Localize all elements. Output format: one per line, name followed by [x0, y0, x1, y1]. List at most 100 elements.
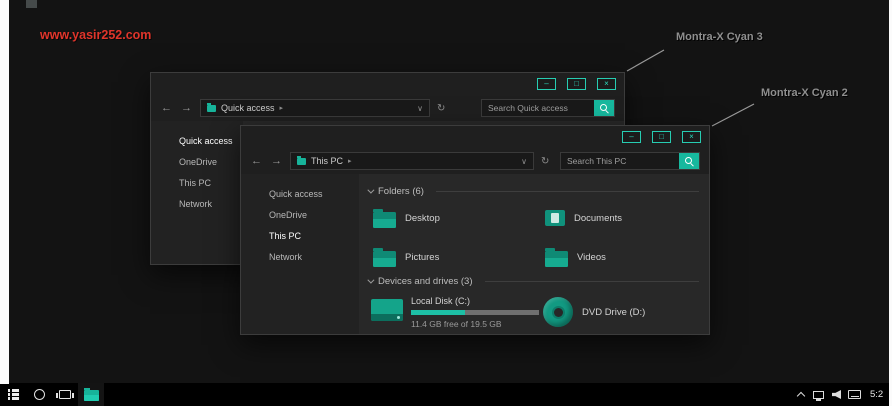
sidebar-item-network[interactable]: Network [241, 247, 359, 268]
hard-drive-icon [371, 299, 403, 321]
chevron-down-icon[interactable] [367, 276, 375, 284]
breadcrumb[interactable]: Quick access [221, 103, 275, 113]
network-tray-button[interactable] [811, 383, 826, 406]
cortana-button[interactable] [26, 383, 52, 406]
disk-usage-bar [411, 310, 539, 315]
folder-tile-documents[interactable]: Documents [545, 207, 699, 229]
annotation-label-cyan2: Montra-X Cyan 2 [761, 87, 848, 99]
sidebar-item-this-pc[interactable]: This PC [151, 173, 243, 194]
file-explorer-taskbar-button[interactable] [78, 383, 104, 406]
minimize-button[interactable]: – [537, 78, 556, 90]
forward-button[interactable]: → [180, 102, 193, 114]
desktop: www.yasir252.com Montra-X Cyan 3 Montra-… [0, 0, 892, 406]
back-button[interactable]: ← [160, 102, 173, 114]
window-body: Quick access OneDrive This PC Network Fo… [241, 174, 709, 334]
task-view-button[interactable] [52, 383, 78, 406]
close-button[interactable]: × [597, 78, 616, 90]
chevron-down-icon[interactable] [367, 186, 375, 194]
drive-free-space: 11.4 GB free of 19.5 GB [411, 319, 502, 329]
file-list-pane: Folders (6) Desktop Documents Pictures V… [359, 174, 709, 334]
left-edge-strip [0, 0, 9, 384]
navigation-pane: Quick access OneDrive This PC Network [241, 174, 359, 334]
drive-tile-dvd[interactable]: DVD Drive (D:) [543, 295, 699, 329]
address-toolbar: ← → This PC ▸ ∨ ↻ Search This PC [241, 148, 709, 174]
address-bar[interactable]: Quick access ▸ ∨ [200, 99, 430, 117]
videos-folder-icon [545, 247, 568, 267]
tile-label: Desktop [405, 212, 440, 224]
tile-label: Documents [574, 212, 623, 224]
folder-tile-videos[interactable]: Videos [545, 246, 699, 268]
folders-section-header[interactable]: Folders (6) [367, 184, 699, 198]
caption-buttons: – □ × [622, 131, 701, 143]
devices-section-header[interactable]: Devices and drives (3) [367, 274, 699, 288]
chevron-right-icon[interactable]: ▸ [348, 157, 352, 165]
search-button[interactable] [679, 153, 699, 169]
navigation-pane: Quick access OneDrive This PC Network [151, 121, 243, 264]
sidebar-item-this-pc[interactable]: This PC [241, 226, 359, 247]
sidebar-item-quick-access[interactable]: Quick access [151, 131, 243, 152]
search-placeholder: Search Quick access [488, 103, 568, 113]
refresh-icon[interactable]: ↻ [437, 103, 445, 114]
chevron-right-icon[interactable]: ▸ [280, 104, 284, 112]
refresh-icon[interactable]: ↻ [541, 156, 549, 167]
documents-folder-icon [545, 210, 565, 226]
touch-keyboard-button[interactable] [847, 383, 862, 406]
minimize-button[interactable]: – [622, 131, 641, 143]
tile-label: Pictures [405, 251, 440, 263]
desktop-icon-partial[interactable] [26, 0, 37, 8]
search-icon [599, 103, 609, 113]
start-icon [7, 389, 19, 400]
keyboard-icon [848, 390, 861, 399]
back-button[interactable]: ← [250, 155, 263, 167]
sidebar-item-onedrive[interactable]: OneDrive [151, 152, 243, 173]
forward-button[interactable]: → [270, 155, 283, 167]
search-placeholder: Search This PC [567, 156, 627, 166]
annotation-line-cyan2 [711, 103, 755, 127]
taskbar-clock[interactable]: 5:2 [870, 389, 890, 400]
annotation-label-cyan3: Montra-X Cyan 3 [676, 31, 763, 43]
tile-label: Videos [577, 251, 606, 263]
system-tray: 5:2 [793, 383, 892, 406]
drive-label: DVD Drive (D:) [582, 306, 646, 318]
network-icon [813, 390, 824, 401]
chevron-up-icon [796, 391, 805, 401]
address-dropdown-icon[interactable]: ∨ [521, 157, 527, 166]
desktop-folder-icon [373, 208, 396, 228]
maximize-button[interactable]: □ [652, 131, 671, 143]
section-divider [435, 190, 699, 192]
volume-tray-button[interactable] [829, 383, 844, 406]
watermark-text: www.yasir252.com [40, 28, 152, 42]
maximize-button[interactable]: □ [567, 78, 586, 90]
drive-tile-local-disk[interactable]: Local Disk (C:) 11.4 GB free of 19.5 GB [371, 295, 543, 329]
search-button[interactable] [594, 100, 614, 116]
window-chrome: – □ × ← → Quick access ▸ ∨ ↻ Search Quic… [151, 73, 624, 121]
address-toolbar: ← → Quick access ▸ ∨ ↻ Search Quick acce… [151, 95, 624, 121]
breadcrumb[interactable]: This PC [311, 156, 343, 166]
caption-buttons: – □ × [537, 78, 616, 90]
search-box[interactable]: Search This PC [560, 152, 700, 170]
window-chrome: – □ × ← → This PC ▸ ∨ ↻ Search This PC [241, 126, 709, 174]
start-button[interactable] [0, 383, 26, 406]
folder-tile-desktop[interactable]: Desktop [373, 207, 545, 229]
drive-label: Local Disk (C:) [411, 296, 471, 306]
explorer-window-front: – □ × ← → This PC ▸ ∨ ↻ Search This PC Q… [240, 125, 710, 335]
sidebar-item-network[interactable]: Network [151, 194, 243, 215]
close-button[interactable]: × [682, 131, 701, 143]
sidebar-item-quick-access[interactable]: Quick access [241, 184, 359, 205]
cortana-icon [33, 389, 45, 400]
speaker-icon [832, 390, 841, 399]
sidebar-item-onedrive[interactable]: OneDrive [241, 205, 359, 226]
folders-grid: Desktop Documents Pictures Videos [373, 207, 699, 268]
disk-usage-fill [411, 310, 465, 315]
address-dropdown-icon[interactable]: ∨ [417, 104, 423, 113]
show-hidden-icons-button[interactable] [793, 383, 808, 406]
search-icon [684, 156, 694, 166]
section-divider [484, 280, 699, 282]
titlebar[interactable]: – □ × [151, 73, 624, 95]
file-explorer-icon [83, 388, 99, 401]
titlebar[interactable]: – □ × [241, 126, 709, 148]
search-box[interactable]: Search Quick access [481, 99, 615, 117]
address-bar[interactable]: This PC ▸ ∨ [290, 152, 534, 170]
quick-access-icon [207, 102, 216, 112]
folder-tile-pictures[interactable]: Pictures [373, 246, 545, 268]
